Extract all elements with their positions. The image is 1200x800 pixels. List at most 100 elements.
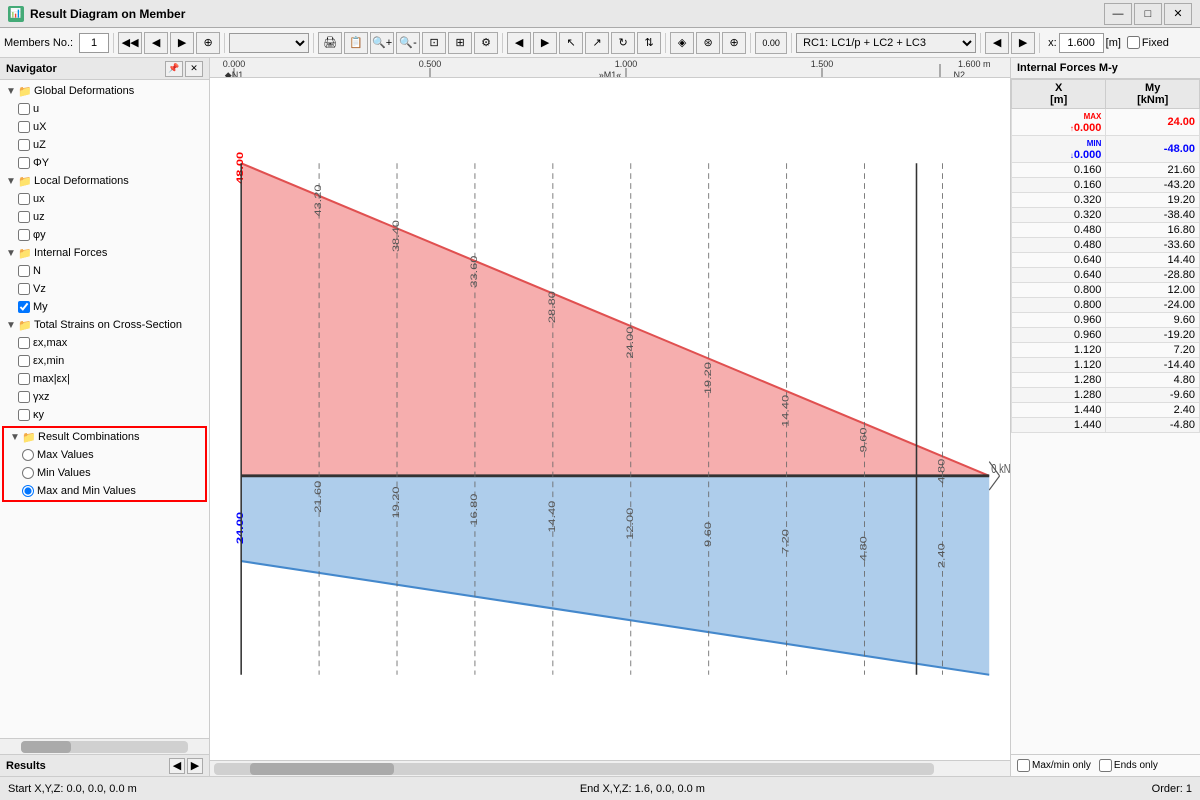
tree-internal-forces[interactable]: ▼ 📁 Internal Forces — [0, 244, 209, 262]
arrow-right-btn[interactable]: ▶ — [533, 32, 557, 54]
ends-only-cb[interactable] — [1099, 759, 1112, 772]
tree-phiy-l[interactable]: φy — [0, 226, 209, 244]
tree-global-deformations[interactable]: ▼ 📁 Global Deformations — [0, 82, 209, 100]
tree-ky[interactable]: κy — [0, 406, 209, 424]
tree-my[interactable]: My — [0, 298, 209, 316]
cell-x: 0.640 — [1012, 253, 1106, 268]
nav-tab-results[interactable]: Results — [6, 760, 46, 772]
print-btn[interactable]: 🖨 — [318, 32, 342, 54]
cb-my[interactable] — [18, 301, 30, 313]
nav-scroll-area[interactable] — [0, 738, 209, 754]
toggle-internal[interactable]: ▼ — [4, 246, 18, 260]
cb-uz-l[interactable] — [18, 211, 30, 223]
h-scroll-thumb[interactable] — [250, 763, 394, 775]
tree-ux[interactable]: uX — [0, 118, 209, 136]
tree-uz-l[interactable]: uz — [0, 208, 209, 226]
settings-btn[interactable]: ⚙ — [474, 32, 498, 54]
tree-ex-max[interactable]: εx,max — [0, 334, 209, 352]
cb-max-abs-ex[interactable] — [18, 373, 30, 385]
cb-ux[interactable] — [18, 121, 30, 133]
nav-bottom-prev[interactable]: ◀ — [169, 758, 185, 774]
toggle-strains[interactable]: ▼ — [4, 318, 18, 332]
cb-n[interactable] — [18, 265, 30, 277]
tree-local-deformations[interactable]: ▼ 📁 Local Deformations — [0, 172, 209, 190]
rot-btn[interactable]: ↻ — [611, 32, 635, 54]
tree-ex-min[interactable]: εx,min — [0, 352, 209, 370]
svg-text:14.40: 14.40 — [781, 395, 791, 427]
load-combo[interactable]: RC1: LC1/p + LC2 + LC3 — [796, 33, 976, 53]
tree-vz[interactable]: Vz — [0, 280, 209, 298]
nav-prev-prev[interactable]: ◀◀ — [118, 32, 142, 54]
arrow-left2-btn[interactable]: ↖ — [559, 32, 583, 54]
decimal-btn[interactable]: 0.00 — [755, 32, 787, 54]
tree-total-strains[interactable]: ▼ 📁 Total Strains on Cross-Section — [0, 316, 209, 334]
flip-btn[interactable]: ⇅ — [637, 32, 661, 54]
cb-ux-l[interactable] — [18, 193, 30, 205]
tree-result-combinations[interactable]: ▼ 📁 Result Combinations — [4, 428, 205, 446]
tree-uz[interactable]: uZ — [0, 136, 209, 154]
zoom-out-btn[interactable]: 🔍- — [396, 32, 420, 54]
cb-phiy-l[interactable] — [18, 229, 30, 241]
rb-max-min-values[interactable] — [22, 485, 34, 497]
tree-yxz[interactable]: γxz — [0, 388, 209, 406]
nav-close-btn[interactable]: ✕ — [185, 61, 203, 77]
table-row: 0.9609.60 — [1012, 313, 1200, 328]
minimize-button[interactable]: — — [1104, 3, 1132, 25]
tree-max-abs-ex[interactable]: max|εx| — [0, 370, 209, 388]
tree-rc-min[interactable]: Min Values — [4, 464, 205, 482]
nav-select[interactable]: ⊕ — [196, 32, 220, 54]
cb-phiy[interactable] — [18, 157, 30, 169]
cell-my: -9.60 — [1106, 388, 1200, 403]
tree-u[interactable]: u — [0, 100, 209, 118]
arrow-left-btn[interactable]: ◀ — [507, 32, 531, 54]
tree-n[interactable]: N — [0, 262, 209, 280]
mode-btn[interactable]: ◈ — [670, 32, 694, 54]
combo-nav-prev[interactable]: ◀ — [985, 32, 1009, 54]
toggle-rc[interactable]: ▼ — [8, 430, 22, 444]
maximize-button[interactable]: □ — [1134, 3, 1162, 25]
cb-yxz[interactable] — [18, 391, 30, 403]
zoom-in-btn[interactable]: 🔍+ — [370, 32, 394, 54]
cell-x: 0.960 — [1012, 328, 1106, 343]
members-input[interactable] — [79, 33, 109, 53]
grid-btn[interactable]: ⊞ — [448, 32, 472, 54]
nav-prev[interactable]: ◀ — [144, 32, 168, 54]
rb-max-values[interactable] — [22, 449, 34, 461]
icon1-btn[interactable]: ⊛ — [696, 32, 720, 54]
cb-u[interactable] — [18, 103, 30, 115]
cb-uz[interactable] — [18, 139, 30, 151]
toggle-local-def[interactable]: ▼ — [4, 174, 18, 188]
rp-scroll[interactable]: X[m] My[kNm] MAX↑0.00024.00MIN↓0.000-48.… — [1011, 79, 1200, 754]
fixed-checkbox[interactable] — [1127, 36, 1140, 49]
nav-scroll-thumb[interactable] — [21, 741, 71, 753]
export-btn[interactable]: 📋 — [344, 32, 368, 54]
nav-next[interactable]: ▶ — [170, 32, 194, 54]
toggle-global-def[interactable]: ▼ — [4, 84, 18, 98]
zoom-fit-btn[interactable]: ⊡ — [422, 32, 446, 54]
cb-ky[interactable] — [18, 409, 30, 421]
rb-min-values[interactable] — [22, 467, 34, 479]
x-input[interactable] — [1059, 33, 1104, 53]
ends-only-label[interactable]: Ends only — [1099, 759, 1158, 772]
icon2-btn[interactable]: ⊕ — [722, 32, 746, 54]
center-scroll[interactable] — [210, 760, 1010, 776]
h-scrollbar[interactable] — [214, 763, 934, 775]
arrow-right2-btn[interactable]: ↗ — [585, 32, 609, 54]
tree-rc-maxmin[interactable]: Max and Min Values — [4, 482, 205, 500]
cb-ex-max[interactable] — [18, 337, 30, 349]
max-min-only-label[interactable]: Max/min only — [1017, 759, 1091, 772]
nav-pin-btn[interactable]: 📌 — [165, 61, 183, 77]
cb-ex-min[interactable] — [18, 355, 30, 367]
close-button[interactable]: ✕ — [1164, 3, 1192, 25]
member-select[interactable] — [229, 33, 309, 53]
cb-vz[interactable] — [18, 283, 30, 295]
nav-bottom-next[interactable]: ▶ — [187, 758, 203, 774]
tree-phiy[interactable]: ΦY — [0, 154, 209, 172]
tree-ux-l[interactable]: ux — [0, 190, 209, 208]
diagram-area[interactable]: Internal Forces - My [kNm] — [210, 78, 1010, 760]
combo-nav-next[interactable]: ▶ — [1011, 32, 1035, 54]
max-min-only-cb[interactable] — [1017, 759, 1030, 772]
tree-rc-max[interactable]: Max Values — [4, 446, 205, 464]
label-my: My — [33, 301, 48, 313]
nav-scrollbar[interactable] — [21, 741, 188, 753]
